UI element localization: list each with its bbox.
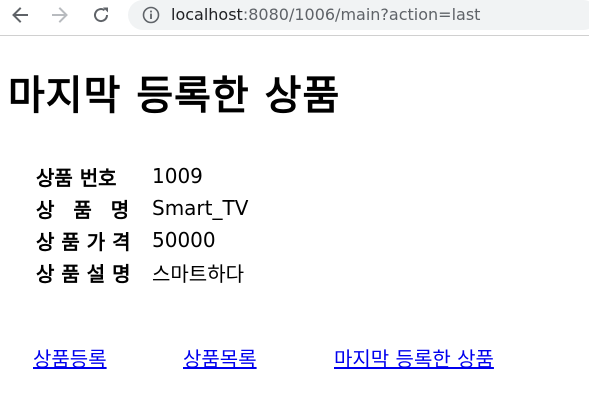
forward-button[interactable] bbox=[46, 4, 74, 26]
product-id-row: 상품 번호 1009 bbox=[36, 160, 248, 192]
product-price-row: 상 품 가 격 50000 bbox=[36, 224, 248, 256]
product-detail-table: 상품 번호 1009 상 품 명 Smart_TV 상 품 가 격 50000 … bbox=[36, 160, 248, 288]
product-name-label: 상 품 명 bbox=[36, 197, 136, 222]
product-list-link[interactable]: 상품목록 bbox=[183, 344, 257, 374]
back-arrow-icon bbox=[10, 5, 30, 25]
product-name-row: 상 품 명 Smart_TV bbox=[36, 192, 248, 224]
register-product-link[interactable]: 상품등록 bbox=[33, 344, 107, 374]
product-id-value: 1009 bbox=[152, 164, 203, 188]
forward-arrow-icon bbox=[50, 5, 70, 25]
product-description-value: 스마트하다 bbox=[152, 261, 244, 286]
url-path: :8080/1006/main?action=last bbox=[242, 5, 481, 24]
back-button[interactable] bbox=[6, 4, 34, 26]
url-host: localhost bbox=[171, 5, 243, 24]
info-icon[interactable] bbox=[142, 6, 160, 24]
product-name-value: Smart_TV bbox=[152, 196, 249, 220]
product-description-label: 상 품 설 명 bbox=[36, 261, 131, 286]
url-text: localhost:8080/1006/main?action=last bbox=[171, 5, 480, 25]
product-description-row: 상 품 설 명 스마트하다 bbox=[36, 256, 248, 288]
last-registered-product-link[interactable]: 마지막 등록한 상품 bbox=[334, 344, 494, 374]
address-bar[interactable]: localhost:8080/1006/main?action=last bbox=[128, 0, 589, 30]
product-price-label: 상 품 가 격 bbox=[36, 229, 131, 254]
product-price-value: 50000 bbox=[152, 228, 216, 252]
reload-icon bbox=[91, 5, 111, 25]
browser-toolbar: localhost:8080/1006/main?action=last bbox=[0, 0, 589, 36]
reload-button[interactable] bbox=[87, 4, 115, 26]
product-id-label: 상품 번호 bbox=[36, 165, 117, 190]
page-title: 마지막 등록한 상품 bbox=[8, 73, 341, 119]
